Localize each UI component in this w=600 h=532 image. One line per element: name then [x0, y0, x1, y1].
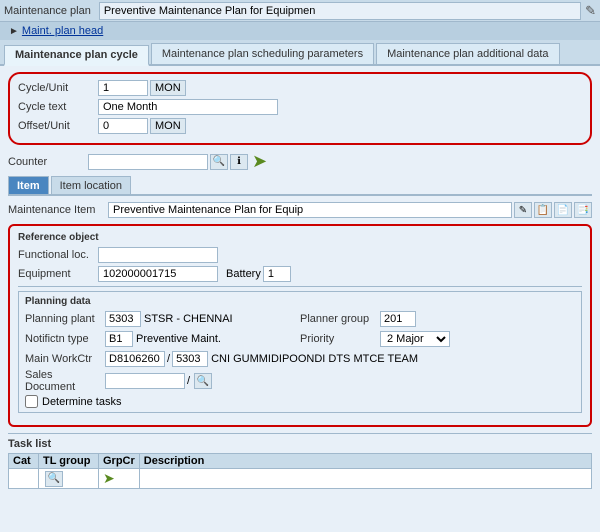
- col-grpcr: GrpCr: [99, 454, 140, 469]
- cell-desc: [139, 469, 591, 489]
- determine-tasks-checkbox[interactable]: [25, 395, 38, 408]
- notifictn-type-name: Preventive Maint.: [136, 333, 221, 345]
- tab-item[interactable]: Item: [8, 176, 49, 194]
- priority-label: Priority: [300, 333, 380, 345]
- maintenance-item-doc2-icon[interactable]: 📑: [574, 202, 592, 218]
- cell-grpcr: ➤: [99, 469, 140, 489]
- planning-plant-row: Planning plant STSR - CHENNAI: [25, 311, 300, 327]
- tab-additional-data[interactable]: Maintenance plan additional data: [376, 43, 559, 64]
- planning-data-title: Planning data: [25, 296, 575, 307]
- main-workctr-row: Main WorkCtr / CNI GUMMIDIPOONDI DTS MTC…: [25, 351, 575, 367]
- planner-group-input[interactable]: [380, 311, 416, 327]
- functional-loc-input[interactable]: [98, 247, 218, 263]
- battery-label: Battery: [226, 268, 261, 280]
- main-tab-bar: Maintenance plan cycle Maintenance plan …: [0, 40, 600, 66]
- planning-plant-name: STSR - CHENNAI: [144, 313, 233, 325]
- breadcrumb-arrow-icon: ►: [9, 26, 19, 37]
- task-list-title: Task list: [8, 438, 592, 450]
- maintenance-item-doc-icon[interactable]: 📄: [554, 202, 572, 218]
- breadcrumb-link[interactable]: Maint. plan head: [22, 25, 103, 37]
- col-tl-group: TL group: [39, 454, 99, 469]
- tab-item-location[interactable]: Item location: [51, 176, 131, 194]
- cycle-unit-unit: MON: [150, 80, 186, 96]
- offset-unit-unit: MON: [150, 118, 186, 134]
- functional-loc-label: Functional loc.: [18, 249, 98, 261]
- table-row: 🔍 ➤: [9, 469, 592, 489]
- maintenance-item-copy-icon[interactable]: 📋: [534, 202, 552, 218]
- notifictn-type-row: Notifictn type Preventive Maint.: [25, 331, 300, 347]
- separator: [18, 286, 582, 287]
- determine-tasks-row: Determine tasks: [25, 395, 575, 408]
- planner-group-row: Planner group: [300, 311, 575, 327]
- col-description: Description: [139, 454, 591, 469]
- sales-document-input[interactable]: [105, 373, 185, 389]
- task-table: Cat TL group GrpCr Description 🔍 ➤: [8, 453, 592, 489]
- top-bar: Maintenance plan ✎: [0, 0, 600, 22]
- tab-scheduling-parameters[interactable]: Maintenance plan scheduling parameters: [151, 43, 374, 64]
- maintenance-item-input[interactable]: [108, 202, 512, 218]
- reference-object-box: Reference object Functional loc. Equipme…: [8, 224, 592, 427]
- main-workctr-code1[interactable]: [105, 351, 165, 367]
- determine-tasks-label: Determine tasks: [42, 396, 121, 408]
- equipment-row: Equipment Battery: [18, 266, 582, 282]
- sales-document-row: Sales Document / 🔍: [25, 369, 575, 393]
- planning-plant-label: Planning plant: [25, 313, 105, 325]
- notifictn-type-label: Notifictn type: [25, 333, 105, 345]
- cycle-unit-label: Cycle/Unit: [18, 82, 98, 94]
- planning-data-box: Planning data Planning plant STSR - CHEN…: [18, 291, 582, 413]
- content-area: Cycle/Unit MON Cycle text Offset/Unit MO…: [0, 66, 600, 532]
- maintenance-plan-label: Maintenance plan: [4, 5, 91, 17]
- counter-row: Counter 🔍 ℹ ➤: [8, 151, 592, 172]
- reference-object-title: Reference object: [18, 232, 582, 243]
- counter-search-icon[interactable]: 🔍: [210, 154, 228, 170]
- maintenance-item-edit-icon[interactable]: ✎: [514, 202, 532, 218]
- inner-tab-bar: Item Item location: [8, 176, 592, 196]
- maintenance-item-label: Maintenance Item: [8, 204, 108, 216]
- tl-search-icon[interactable]: 🔍: [45, 471, 63, 487]
- cell-tl-group: 🔍: [39, 469, 99, 489]
- counter-input[interactable]: [88, 154, 208, 170]
- notifictn-type-code[interactable]: [105, 331, 133, 347]
- green-arrow-icon: ➤: [252, 151, 267, 172]
- maintenance-plan-input[interactable]: [99, 2, 581, 20]
- offset-unit-input[interactable]: [98, 118, 148, 134]
- offset-unit-row: Offset/Unit MON: [18, 118, 582, 134]
- functional-loc-row: Functional loc.: [18, 247, 582, 263]
- priority-select[interactable]: 2 Major: [380, 331, 450, 347]
- cycle-section: Cycle/Unit MON Cycle text Offset/Unit MO…: [8, 72, 592, 145]
- equipment-input[interactable]: [98, 266, 218, 282]
- offset-unit-label: Offset/Unit: [18, 120, 98, 132]
- cycle-text-label: Cycle text: [18, 101, 98, 113]
- col-cat: Cat: [9, 454, 39, 469]
- equipment-label: Equipment: [18, 268, 98, 280]
- maintenance-item-row: Maintenance Item ✎ 📋 📄 📑: [8, 202, 592, 218]
- cell-cat: [9, 469, 39, 489]
- priority-row: Priority 2 Major: [300, 331, 575, 347]
- planning-plant-code[interactable]: [105, 311, 141, 327]
- breadcrumb-bar: ► Maint. plan head: [0, 22, 600, 40]
- tab-maintenance-plan-cycle[interactable]: Maintenance plan cycle: [4, 45, 149, 66]
- sales-doc-search-icon[interactable]: 🔍: [194, 373, 212, 389]
- edit-icon[interactable]: ✎: [585, 3, 596, 19]
- task-list-section: Task list Cat TL group GrpCr Description…: [8, 433, 592, 489]
- main-workctr-code2[interactable]: [172, 351, 208, 367]
- sales-document-label: Sales Document: [25, 369, 105, 393]
- cycle-unit-row: Cycle/Unit MON: [18, 80, 582, 96]
- main-workctr-label: Main WorkCtr: [25, 353, 105, 365]
- cycle-unit-input[interactable]: [98, 80, 148, 96]
- tl-arrow-icon: ➤: [103, 470, 115, 486]
- cycle-text-row: Cycle text: [18, 99, 582, 115]
- planner-group-label: Planner group: [300, 313, 380, 325]
- workctr-separator: /: [167, 353, 170, 365]
- cycle-text-input[interactable]: [98, 99, 278, 115]
- sales-doc-separator: /: [187, 375, 190, 387]
- main-workctr-name: CNI GUMMIDIPOONDI DTS MTCE TEAM: [211, 353, 418, 365]
- counter-label: Counter: [8, 156, 88, 168]
- battery-input[interactable]: [263, 266, 291, 282]
- counter-info-icon[interactable]: ℹ: [230, 154, 248, 170]
